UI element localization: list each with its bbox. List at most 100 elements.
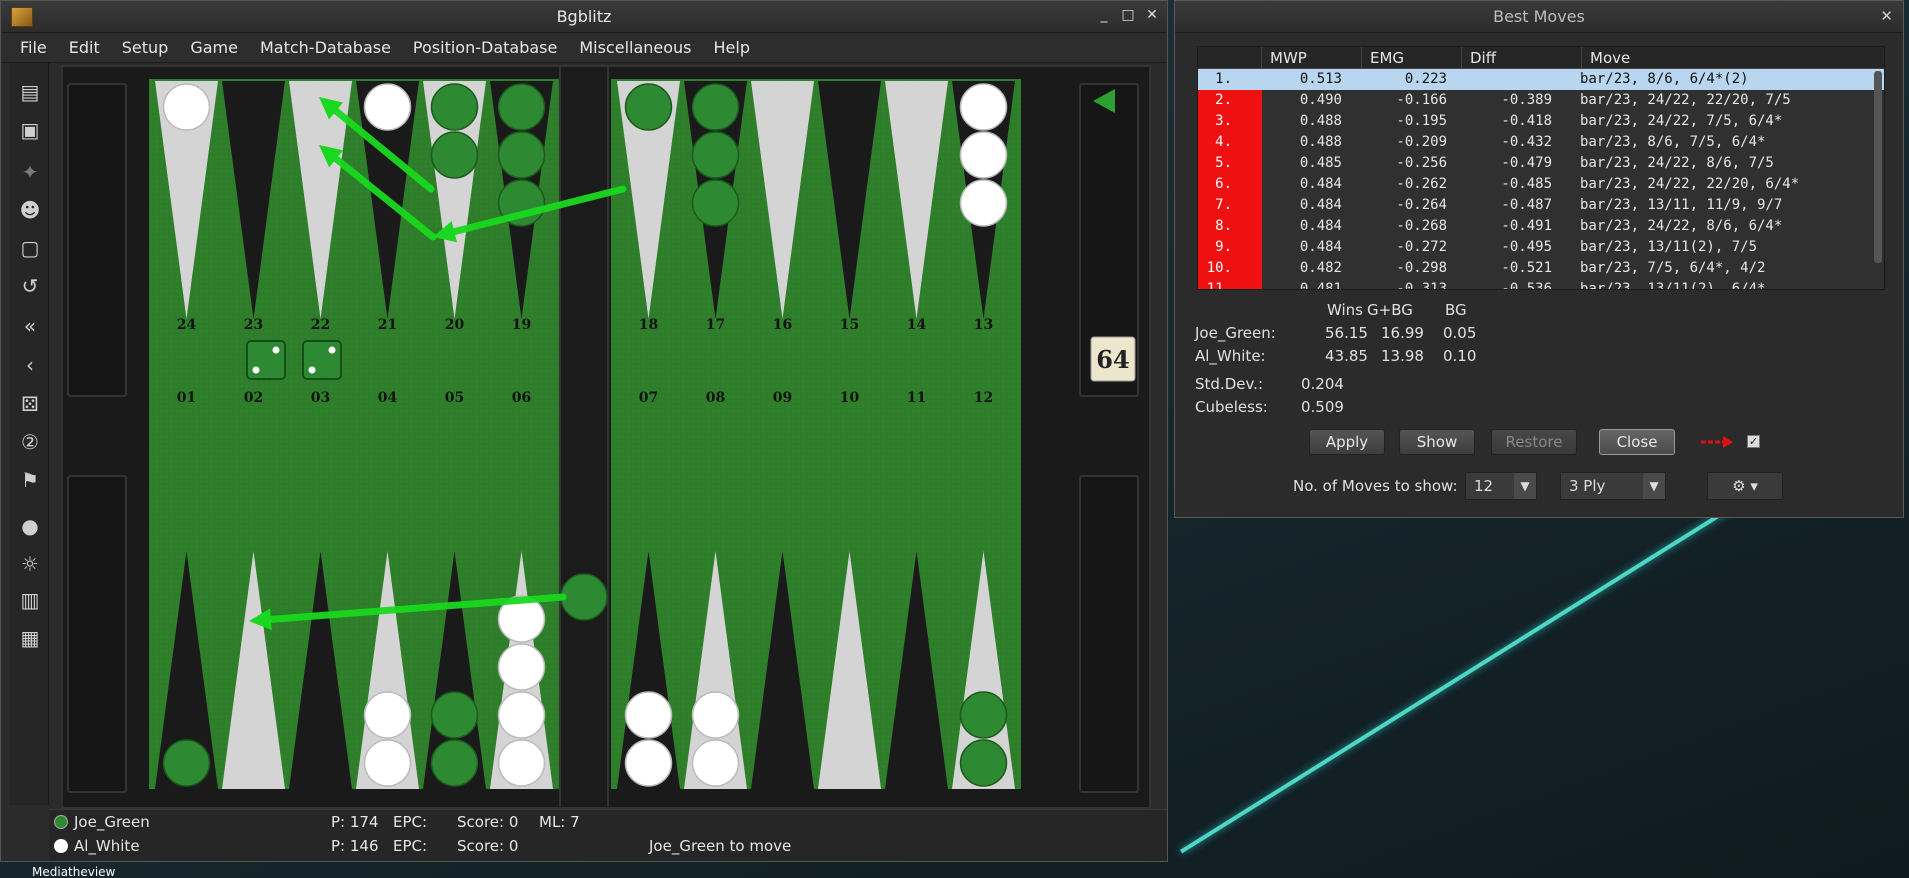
close-button[interactable]: Close: [1599, 429, 1675, 455]
bar-green-checker[interactable]: [560, 573, 608, 621]
white-checker[interactable]: [691, 739, 740, 787]
point-03[interactable]: [289, 551, 352, 789]
col-diff[interactable]: Diff: [1462, 47, 1582, 68]
moves-count-select[interactable]: 12 ▼: [1465, 472, 1537, 500]
back-icon[interactable]: ‹: [15, 350, 45, 380]
white-checker[interactable]: [624, 691, 673, 739]
menu-position-database[interactable]: Position-Database: [402, 38, 568, 57]
turn-indicator-icon: [1093, 89, 1115, 113]
green-checker[interactable]: [430, 739, 479, 787]
table-row[interactable]: 7. 0.484 -0.264 -0.487 bar/23, 13/11, 11/9, …: [1198, 195, 1884, 216]
settings-wand-icon[interactable]: ✦: [15, 157, 45, 187]
menu-game[interactable]: Game: [179, 38, 249, 57]
table-row[interactable]: 9. 0.484 -0.272 -0.495 bar/23, 13/11(2), 7/5: [1198, 237, 1884, 258]
hint-bulb-icon[interactable]: ☼: [15, 549, 45, 579]
arrows-checkbox[interactable]: ✓: [1747, 435, 1760, 448]
col-move[interactable]: Move: [1582, 47, 1884, 68]
show-button[interactable]: Show: [1399, 429, 1475, 455]
save-icon[interactable]: ▣: [15, 115, 45, 145]
table-row[interactable]: 8. 0.484 -0.268 -0.491 bar/23, 24/22, 8/6, 6…: [1198, 216, 1884, 237]
point-23[interactable]: [222, 81, 285, 319]
green-checker[interactable]: [430, 131, 479, 179]
green-checker[interactable]: [691, 83, 740, 131]
green-checker[interactable]: [162, 739, 211, 787]
moves-scrollbar[interactable]: [1874, 71, 1882, 263]
point-10[interactable]: [818, 551, 881, 789]
cell-diff: -0.521: [1501, 260, 1552, 276]
green-checker[interactable]: [497, 83, 546, 131]
point-09[interactable]: [751, 551, 814, 789]
white-checker[interactable]: [497, 739, 546, 787]
white-checker[interactable]: [162, 83, 211, 131]
white-checker[interactable]: [959, 83, 1008, 131]
point-11[interactable]: [885, 551, 948, 789]
point-02[interactable]: [222, 551, 285, 789]
white-checker[interactable]: [959, 131, 1008, 179]
rewind-icon[interactable]: «: [15, 311, 45, 341]
cell-diff: -0.487: [1501, 197, 1552, 213]
settings-dropdown[interactable]: ⚙ ▾: [1707, 472, 1783, 500]
menu-edit[interactable]: Edit: [58, 38, 111, 57]
table-row[interactable]: 3. 0.488 -0.195 -0.418 bar/23, 24/22, 7/5, 6…: [1198, 111, 1884, 132]
menu-help[interactable]: Help: [703, 38, 761, 57]
close-icon[interactable]: ✕: [1145, 7, 1159, 23]
new-game-icon[interactable]: ▤: [15, 77, 45, 107]
green-checker[interactable]: [624, 83, 673, 131]
white-checker[interactable]: [624, 739, 673, 787]
ply-select[interactable]: 3 Ply ▼: [1560, 472, 1666, 500]
die-2[interactable]: [302, 340, 342, 380]
white-checker[interactable]: [959, 179, 1008, 227]
grid-icon[interactable]: ▥: [15, 585, 45, 615]
col-mwp[interactable]: MWP: [1262, 47, 1362, 68]
white-checker[interactable]: [691, 691, 740, 739]
close-icon[interactable]: ✕: [1880, 7, 1893, 25]
point-label: 16: [773, 317, 792, 333]
point-16[interactable]: [751, 81, 814, 319]
white-checker[interactable]: [497, 643, 546, 691]
flag-icon[interactable]: ⚑: [15, 465, 45, 495]
die-1[interactable]: [246, 340, 286, 380]
green-checker[interactable]: [691, 179, 740, 227]
minimize-icon[interactable]: _: [1097, 7, 1111, 23]
point-15[interactable]: [818, 81, 881, 319]
table-row[interactable]: 6. 0.484 -0.262 -0.485 bar/23, 24/22, 22/20,…: [1198, 174, 1884, 195]
restore-button[interactable]: Restore: [1491, 429, 1577, 455]
die-pip: [328, 346, 336, 354]
circle-icon[interactable]: ●: [15, 511, 45, 541]
green-checker[interactable]: [430, 83, 479, 131]
white-checker[interactable]: [497, 691, 546, 739]
menu-match-database[interactable]: Match-Database: [249, 38, 402, 57]
table-row[interactable]: 4. 0.488 -0.209 -0.432 bar/23, 8/6, 7/5, 6/4…: [1198, 132, 1884, 153]
main-titlebar[interactable]: Bgblitz _ □ ✕: [1, 1, 1167, 33]
point-14[interactable]: [885, 81, 948, 319]
menu-miscellaneous[interactable]: Miscellaneous: [568, 38, 702, 57]
table-row[interactable]: 10. 0.482 -0.298 -0.521 bar/23, 7/5, 6/4*, 4…: [1198, 258, 1884, 279]
dice-cube-icon[interactable]: ▢: [15, 233, 45, 263]
green-checker[interactable]: [691, 131, 740, 179]
green-checker[interactable]: [497, 131, 546, 179]
green-checker[interactable]: [430, 691, 479, 739]
double-icon[interactable]: ②: [15, 427, 45, 457]
col-emg[interactable]: EMG: [1362, 47, 1462, 68]
table-row[interactable]: 2. 0.490 -0.166 -0.389 bar/23, 24/22, 22/20,…: [1198, 90, 1884, 111]
menu-file[interactable]: File: [9, 38, 58, 57]
maximize-icon[interactable]: □: [1121, 7, 1135, 23]
players-icon[interactable]: ☻: [15, 195, 45, 225]
undo-icon[interactable]: ↺: [15, 271, 45, 301]
best-moves-titlebar[interactable]: Best Moves ✕: [1175, 1, 1903, 33]
menu-setup[interactable]: Setup: [111, 38, 180, 57]
apply-button[interactable]: Apply: [1309, 429, 1385, 455]
show-arrow-icon[interactable]: [1699, 435, 1735, 449]
table-row[interactable]: 5. 0.485 -0.256 -0.479 bar/23, 24/22, 8/6, 7…: [1198, 153, 1884, 174]
table-row[interactable]: 1. 0.513 0.223 bar/23, 8/6, 6/4*(2): [1198, 69, 1884, 90]
counter-icon[interactable]: ▦: [15, 623, 45, 653]
white-checker[interactable]: [363, 83, 412, 131]
dice-icon[interactable]: ⚄: [15, 389, 45, 419]
white-checker[interactable]: [363, 739, 412, 787]
white-checker[interactable]: [363, 691, 412, 739]
green-checker[interactable]: [959, 739, 1008, 787]
green-checker[interactable]: [959, 691, 1008, 739]
table-row[interactable]: 11. 0.481 -0.313 -0.536 bar/23, 13/11(2), 6/…: [1198, 279, 1884, 289]
taskbar-label[interactable]: Mediatheview: [32, 866, 115, 878]
col-rank[interactable]: [1198, 47, 1262, 68]
